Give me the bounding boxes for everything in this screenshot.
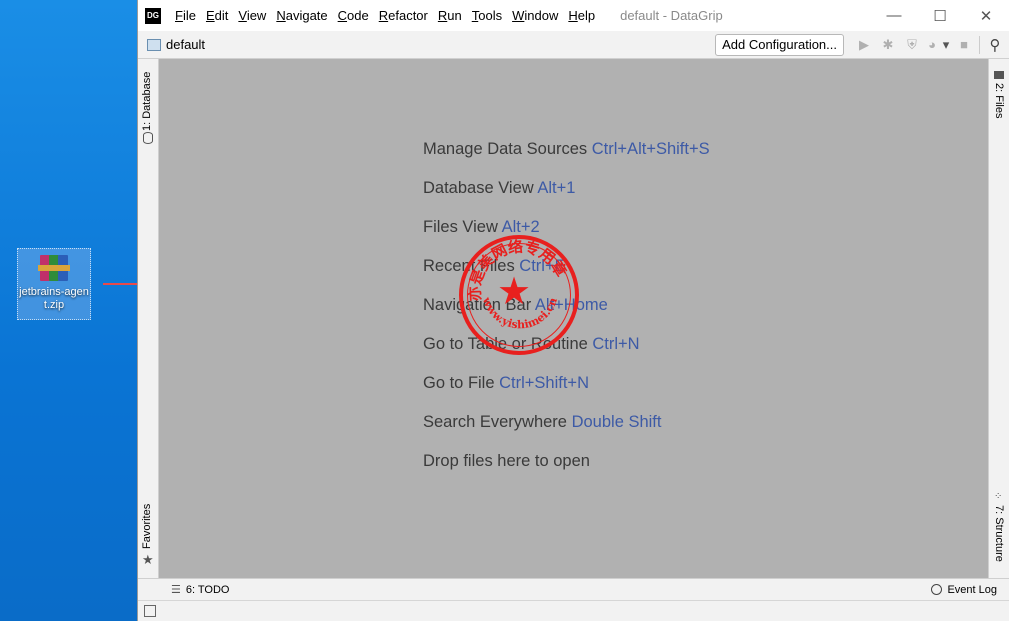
datagrip-window: DG File Edit View Navigate Code Refactor Run To… — [137, 0, 1009, 621]
title-bar: DG File Edit View Navigate Code Refactor Run To… — [138, 0, 1009, 31]
menu-label-rest: un — [447, 8, 462, 23]
minimize-button[interactable]: — — [871, 7, 917, 25]
menu-label-rest: ode — [347, 8, 369, 23]
favorites-tool-tab[interactable]: Favorites — [141, 504, 153, 549]
desktop-file-jetbrains-agent[interactable]: jetbrains-agent.zip — [17, 248, 91, 320]
desktop-file-label: jetbrains-agent.zip — [19, 286, 89, 311]
database-tool-tab[interactable]: 1: Database — [141, 72, 153, 131]
stop-icon[interactable]: ■ — [952, 37, 976, 52]
menu-mnemonic: N — [276, 8, 286, 23]
chevron-down-icon[interactable]: ▾ — [940, 37, 952, 53]
bottom-tool-window-bar: ☰ 6: TODO Event Log — [138, 578, 1009, 600]
menu-mnemonic: R — [378, 8, 389, 23]
menu-item-tools[interactable]: Tools — [467, 8, 507, 23]
star-icon: ★ — [142, 552, 154, 567]
maximize-button[interactable]: ☐ — [917, 7, 963, 25]
menu-item-window[interactable]: Window — [507, 8, 563, 23]
hint-shortcut: Ctrl+Shift+N — [499, 374, 589, 392]
menu-label-rest: elp — [577, 8, 596, 23]
menu-item-code[interactable]: Code — [333, 8, 374, 23]
editor-hint: Drop files here to open — [423, 451, 710, 490]
right-tool-window-bar: 2: Files ⁘ 7: Structure — [988, 59, 1009, 578]
stamp-star-icon: ★ — [497, 271, 532, 313]
status-bar — [138, 600, 1009, 621]
hint-action-text: Go to File — [423, 374, 500, 392]
todo-tab-label: 6: TODO — [185, 583, 230, 596]
menu-mnemonic: F — [175, 8, 183, 23]
project-folder-icon — [147, 38, 161, 51]
menu-label-rest: indow — [524, 8, 559, 23]
menu-item-view[interactable]: View — [233, 8, 271, 23]
database-icon — [143, 132, 153, 144]
run-icon[interactable]: ▶ — [852, 37, 876, 53]
coverage-icon[interactable]: ⛨ — [900, 37, 924, 53]
winrar-archive-icon — [38, 252, 70, 284]
menu-item-edit[interactable]: Edit — [201, 8, 233, 23]
hint-shortcut: Alt+1 — [537, 179, 576, 197]
search-icon[interactable]: ⚲ — [983, 36, 1007, 54]
menu-mnemonic: R — [437, 8, 448, 23]
menu-mnemonic: E — [205, 8, 215, 23]
editor-hint: Database View Alt+1 — [423, 178, 710, 217]
menu-mnemonic: H — [568, 8, 578, 23]
profile-icon[interactable]: ◕ — [924, 37, 940, 52]
hint-shortcut: Ctrl+N — [592, 335, 640, 353]
window-title: default - DataGrip — [620, 8, 723, 23]
menu-item-file[interactable]: File — [170, 8, 201, 23]
navigation-toolbar: default Add Configuration... ▶ ✱ ⛨ ◕ ▾ ■… — [138, 31, 1009, 59]
hint-action-text: Drop files here to open — [423, 452, 590, 470]
event-log-tab[interactable]: Event Log — [931, 584, 997, 596]
files-tab-label: 2: Files — [993, 83, 1005, 119]
hint-action-text: Manage Data Sources — [423, 140, 592, 158]
files-tool-tab[interactable]: 2: Files — [993, 83, 1005, 118]
close-button[interactable]: ✕ — [963, 7, 1009, 25]
menu-label-rest: efactor — [388, 8, 428, 23]
database-tab-label: 1: Database — [141, 71, 153, 131]
project-breadcrumb[interactable]: default — [166, 37, 205, 52]
hint-shortcut: Alt+2 — [501, 218, 540, 236]
structure-tool-tab[interactable]: 7: Structure — [993, 505, 1005, 562]
hint-shortcut: Ctrl+Alt+Shift+S — [591, 140, 710, 158]
red-seal-stamp: 亦是美网络专用章 www.yishimei.cn ★ — [459, 235, 579, 355]
add-configuration-button[interactable]: Add Configuration... — [715, 33, 844, 56]
menu-mnemonic: C — [337, 8, 348, 23]
menu-label-rest: ools — [478, 8, 503, 23]
editor-empty-area[interactable]: Manage Data Sources Ctrl+Alt+Shift+S Data… — [159, 59, 988, 578]
hint-action-text: Search Everywhere — [423, 413, 572, 431]
list-icon: ☰ — [171, 584, 181, 596]
menu-item-help[interactable]: Help — [563, 8, 600, 23]
menu-mnemonic: W — [512, 8, 525, 23]
menu-label-rest: avigate — [285, 8, 328, 23]
event-log-icon — [931, 584, 943, 595]
editor-hint: Go to File Ctrl+Shift+N — [423, 373, 710, 412]
editor-hint: Search Everywhere Double Shift — [423, 412, 710, 451]
hint-action-text: Files View — [423, 218, 502, 236]
menu-item-run[interactable]: Run — [433, 8, 467, 23]
toolbar-divider — [979, 35, 980, 54]
structure-tab-label: 7: Structure — [993, 505, 1005, 562]
datagrip-logo-icon: DG — [143, 5, 163, 26]
menu-label-rest: dit — [214, 8, 229, 23]
todo-tool-tab[interactable]: ☰ 6: TODO — [171, 583, 230, 597]
menu-label-rest: ile — [182, 8, 196, 23]
menu-item-refactor[interactable]: Refactor — [374, 8, 433, 23]
folder-icon — [994, 71, 1004, 79]
editor-hint: Manage Data Sources Ctrl+Alt+Shift+S — [423, 139, 710, 178]
menu-label-rest: iew — [246, 8, 267, 23]
event-log-label: Event Log — [947, 583, 997, 596]
toggle-tool-windows-icon[interactable] — [144, 605, 156, 617]
left-tool-window-bar: 1: Database Favorites ★ — [138, 59, 159, 578]
menu-item-navigate[interactable]: Navigate — [271, 8, 332, 23]
menu-bar: File Edit View Navigate Code Refactor Run Tools… — [170, 8, 600, 23]
hint-shortcut: Double Shift — [571, 413, 662, 431]
debug-icon[interactable]: ✱ — [876, 37, 900, 53]
menu-mnemonic: V — [238, 8, 247, 23]
structure-icon: ⁘ — [994, 491, 1003, 502]
hint-action-text: Database View — [423, 179, 538, 197]
favorites-tab-label: Favorites — [141, 503, 153, 549]
